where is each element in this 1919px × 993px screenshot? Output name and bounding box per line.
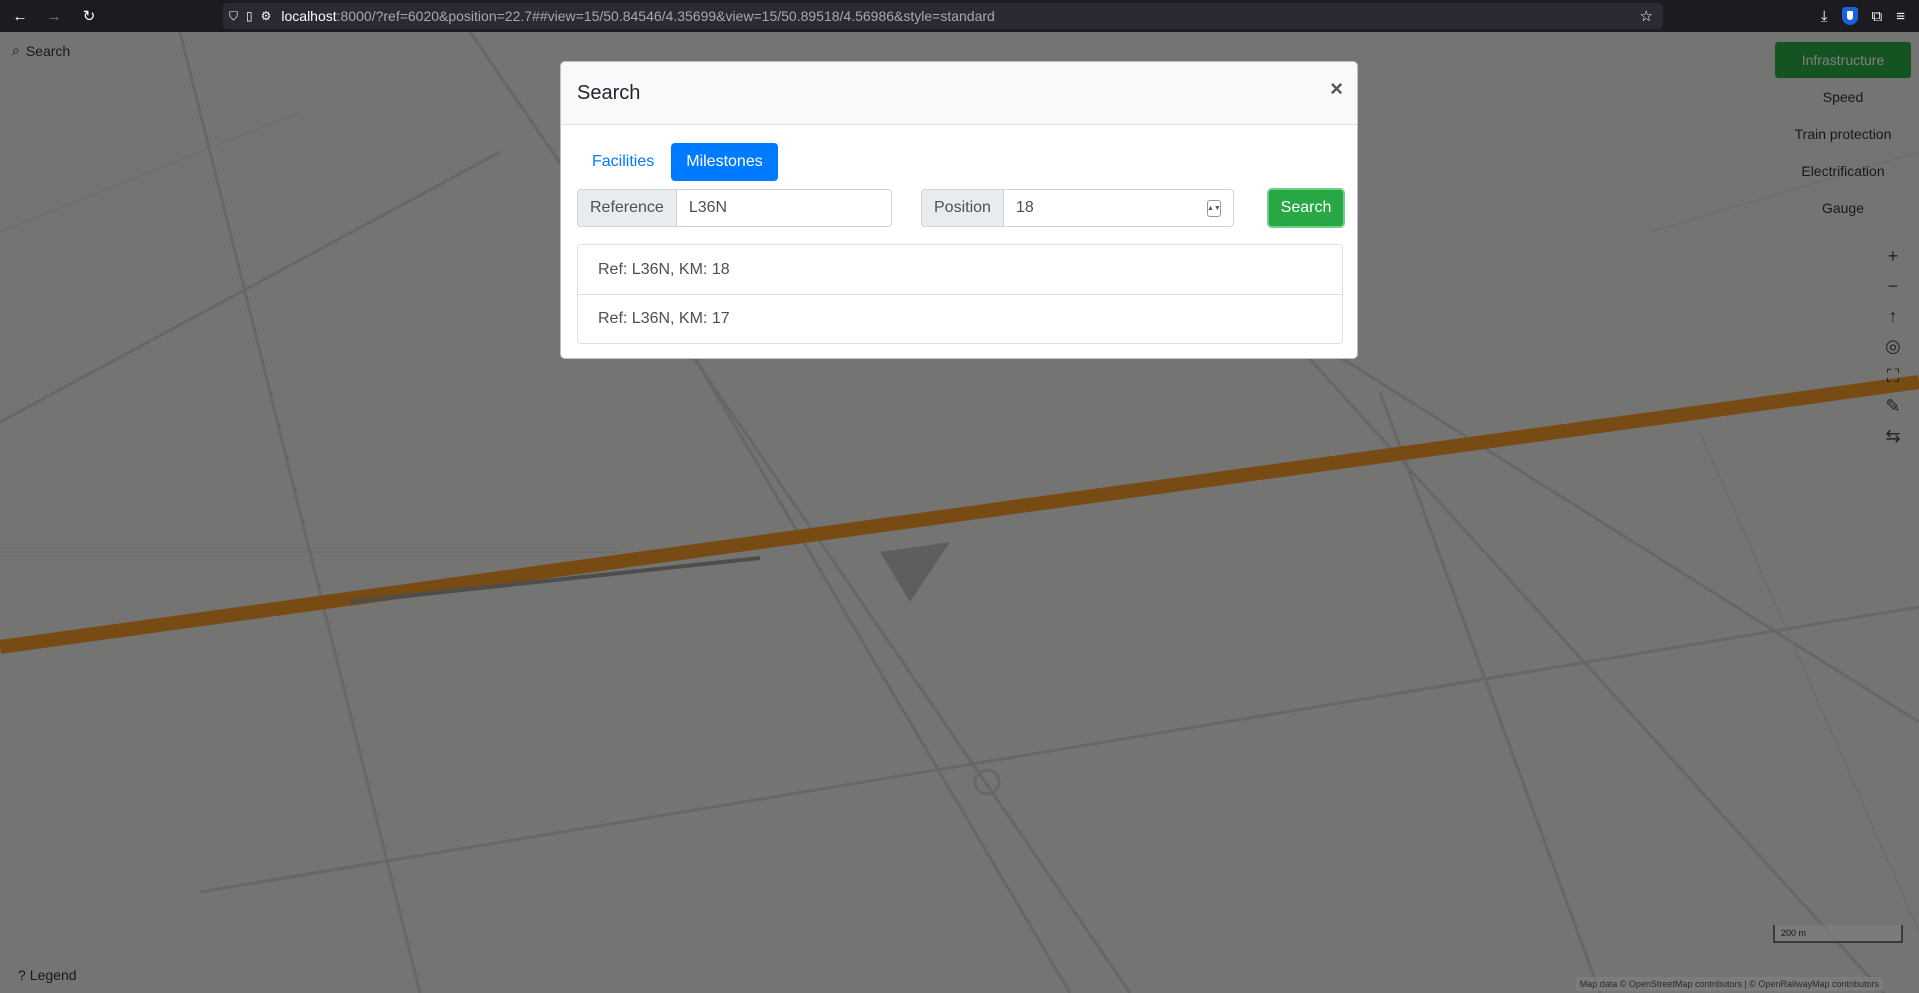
results-list: Ref: L36N, KM: 18 Ref: L36N, KM: 17 (577, 244, 1343, 344)
tracking-shield-icon[interactable]: ⛉ (229, 9, 238, 24)
menu-icon[interactable]: ≡ (1896, 8, 1905, 25)
password-manager-icon[interactable] (1841, 7, 1858, 25)
bookmark-star-icon[interactable]: ☆ (1640, 7, 1653, 25)
url-path: :8000/?ref=6020&position=22.7##view=15/5… (336, 8, 995, 24)
address-bar[interactable]: ⛉ ▯ ⚙ localhost:8000/?ref=6020&position=… (223, 3, 1663, 29)
forward-icon[interactable]: → (40, 2, 68, 30)
downloads-icon[interactable]: ⤓ (1821, 8, 1828, 25)
browser-toolbar: ← → ↻ ⛉ ▯ ⚙ localhost:8000/?ref=6020&pos… (0, 0, 1919, 32)
reference-label: Reference (577, 189, 676, 227)
close-icon[interactable]: × (1330, 76, 1343, 102)
position-input-group: Position 18 ▲▼ (921, 189, 1234, 227)
reference-input-group: Reference L36N (577, 189, 892, 227)
search-button[interactable]: Search (1267, 188, 1345, 228)
position-label: Position (921, 189, 1003, 227)
position-input[interactable]: 18 ▲▼ (1002, 189, 1234, 227)
search-tabs: Facilities Milestones (577, 143, 778, 181)
result-item[interactable]: Ref: L36N, KM: 18 (578, 245, 1342, 294)
number-spinner-icon[interactable]: ▲▼ (1206, 200, 1221, 217)
permissions-icon[interactable]: ⚙ (261, 9, 272, 23)
reference-input[interactable]: L36N (675, 189, 892, 227)
extensions-icon[interactable]: ⧉ (1872, 8, 1883, 25)
result-item[interactable]: Ref: L36N, KM: 17 (578, 294, 1342, 343)
toolbar-right: ⤓ ⧉ ≡ (1821, 0, 1919, 32)
url-host: localhost (281, 8, 337, 24)
position-value: 18 (1015, 199, 1034, 216)
reload-icon[interactable]: ↻ (75, 2, 103, 30)
page-icon: ▯ (246, 9, 253, 23)
search-modal: Search × Facilities Milestones Reference… (560, 61, 1358, 359)
back-icon[interactable]: ← (6, 2, 34, 30)
modal-title: Search (577, 82, 641, 104)
url-text[interactable]: localhost:8000/?ref=6020&position=22.7##… (281, 8, 994, 24)
tab-facilities[interactable]: Facilities (577, 143, 669, 181)
modal-header: Search × (561, 62, 1357, 125)
tab-milestones[interactable]: Milestones (671, 143, 778, 181)
